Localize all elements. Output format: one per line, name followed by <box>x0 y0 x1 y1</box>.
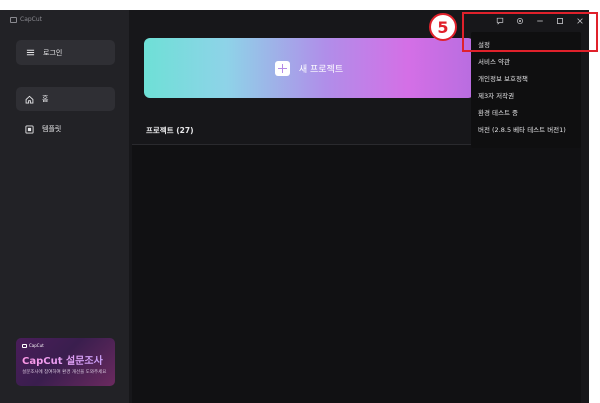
template-icon <box>25 124 34 134</box>
menu-item-terms-of-service[interactable]: 서비스 약관 <box>471 52 581 69</box>
projects-list <box>132 144 581 403</box>
new-project-button[interactable]: 새 프로젝트 <box>144 38 474 98</box>
capcut-logo-icon <box>22 343 27 348</box>
promo-title: CapCut 설문조사 <box>22 352 109 367</box>
menu-item-third-party-copyright[interactable]: 제3자 저작권 <box>471 86 581 103</box>
menu-item-version: 버전 (2.8.5 베타 테스트 버전1) <box>478 125 566 134</box>
home-icon <box>25 95 34 104</box>
capcut-logo-icon <box>10 16 17 23</box>
login-icon <box>26 48 35 57</box>
menu-item-environment-test[interactable]: 환경 테스트 중 <box>471 103 581 120</box>
menu-item-privacy-policy[interactable]: 개인정보 보호정책 <box>471 69 581 86</box>
promo-description: 설문조사에 참여하여 환경 개선을 도와주세요 <box>22 370 107 375</box>
capcut-window: CapCut 로그인 홈 템플릿 CapCut CapCut 설문조사 설문조사… <box>0 10 589 403</box>
login-label: 로그인 <box>43 48 63 57</box>
sidebar-item-templates[interactable]: 템플릿 <box>16 117 115 141</box>
login-button[interactable]: 로그인 <box>16 40 115 65</box>
sidebar-item-label: 템플릿 <box>42 125 62 133</box>
sidebar-item-home[interactable]: 홈 <box>16 87 115 111</box>
step-number-badge: 5 <box>429 13 457 41</box>
projects-heading: 프로젝트 (27) <box>146 126 194 135</box>
annotation-highlight-box <box>462 12 598 52</box>
promo-brand-label: CapCut <box>29 343 44 348</box>
app-brand-label: CapCut <box>20 16 43 23</box>
survey-promo-card[interactable]: CapCut CapCut 설문조사 설문조사에 참여하여 환경 개선을 도와주… <box>16 338 115 386</box>
sidebar: CapCut 로그인 홈 템플릿 CapCut CapCut 설문조사 설문조사… <box>0 10 129 403</box>
sidebar-item-label: 홈 <box>42 95 49 103</box>
plus-icon <box>274 60 290 76</box>
promo-brand: CapCut <box>22 343 109 348</box>
app-brand: CapCut <box>10 16 42 23</box>
new-project-label: 새 프로젝트 <box>298 64 344 75</box>
